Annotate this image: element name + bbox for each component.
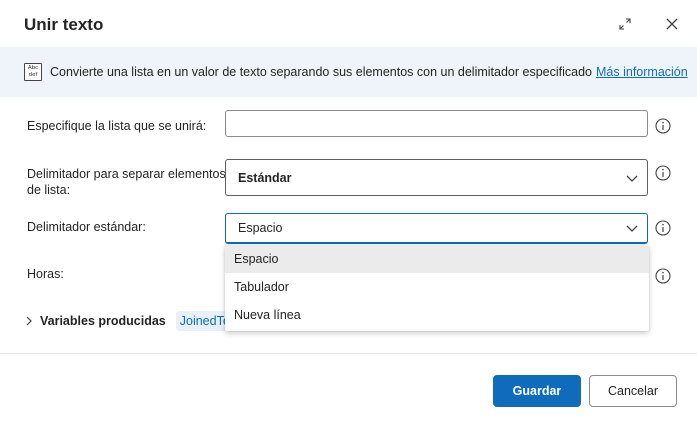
banner-text: Convierte una lista en un valor de texto… <box>50 65 592 79</box>
close-icon <box>666 18 678 30</box>
list-label: Especifique la lista que se unirá: <box>27 119 207 133</box>
expand-icon <box>619 18 631 30</box>
delimiter-value: Estándar <box>238 170 292 185</box>
cancel-button[interactable]: Cancelar <box>589 375 677 407</box>
list-input[interactable] <box>225 110 648 137</box>
chevron-down-icon <box>626 225 638 232</box>
standard-delimiter-dropdown: Espacio Tabulador Nueva línea <box>225 245 649 331</box>
join-text-dialog: Unir texto Abc def Convierte una lista e… <box>0 0 697 427</box>
more-info-link[interactable]: Más información <box>596 65 688 79</box>
dialog-title: Unir texto <box>24 15 104 34</box>
produced-variables-row[interactable]: Variables producidas JoinedText <box>24 311 239 331</box>
standard-delimiter-value: Espacio <box>238 221 283 235</box>
close-button[interactable] <box>660 12 684 36</box>
dropdown-option-newline[interactable]: Nueva línea <box>225 301 649 329</box>
text-icon: Abc def <box>24 63 42 81</box>
footer-divider <box>0 353 697 354</box>
standard-delimiter-select[interactable]: Espacio <box>225 213 648 244</box>
delimiter-label: Delimitador para separar elementos de li… <box>27 167 226 197</box>
dropdown-option-space[interactable]: Espacio <box>225 245 649 273</box>
standard-delimiter-label: Delimitador estándar: <box>27 220 146 234</box>
delimiter-select[interactable]: Estándar <box>225 159 648 196</box>
expand-button[interactable] <box>613 12 637 36</box>
dropdown-option-tab[interactable]: Tabulador <box>225 273 649 301</box>
info-icon[interactable] <box>655 268 671 284</box>
info-banner: Abc def Convierte una lista en un valor … <box>0 47 697 97</box>
info-icon[interactable] <box>655 220 671 236</box>
chevron-right-icon <box>26 316 32 326</box>
produced-variables-label: Variables producidas <box>40 314 166 328</box>
save-button[interactable]: Guardar <box>493 375 581 407</box>
hours-label: Horas: <box>27 267 64 281</box>
info-icon[interactable] <box>655 118 671 134</box>
info-icon[interactable] <box>655 165 671 181</box>
chevron-down-icon <box>626 175 638 182</box>
